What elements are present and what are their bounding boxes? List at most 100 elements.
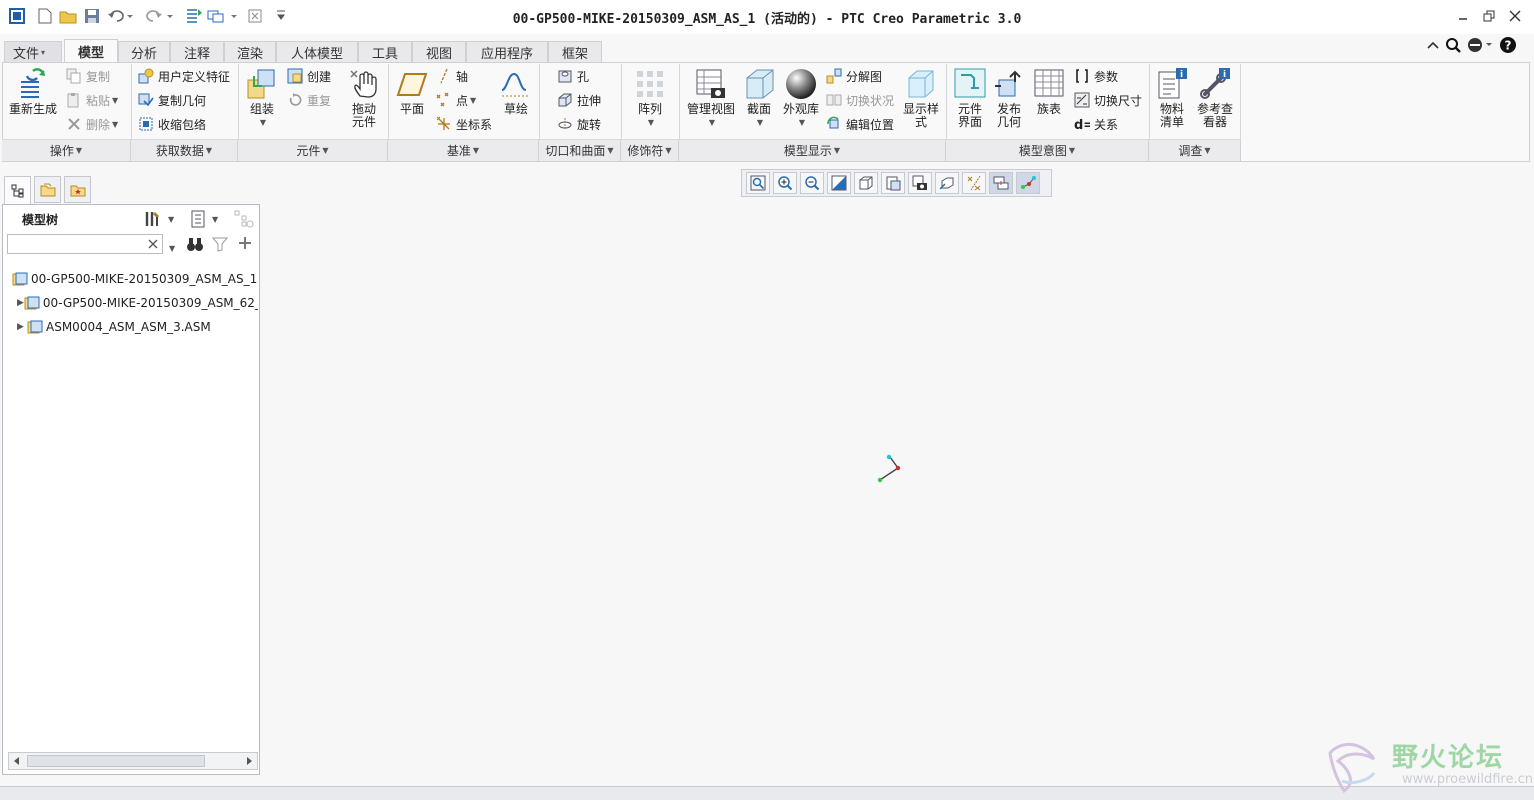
copy-button[interactable]: 复制 bbox=[66, 66, 110, 86]
assemble-button[interactable]: 组装 ▼ bbox=[243, 68, 281, 129]
drag-components-button[interactable]: 拖动 元件 bbox=[346, 68, 382, 129]
caret-icon: ▼ bbox=[1204, 146, 1211, 155]
group-operations[interactable]: 操作 ▼ bbox=[2, 140, 131, 161]
perspective-view-button[interactable] bbox=[935, 172, 959, 194]
tab-analysis[interactable]: 分析 bbox=[118, 41, 170, 62]
clear-search-icon[interactable] bbox=[146, 236, 160, 252]
view-manager-button[interactable] bbox=[908, 172, 932, 194]
restore-icon[interactable] bbox=[1478, 7, 1500, 25]
manage-views-button[interactable]: 管理视图 ▼ bbox=[684, 68, 738, 129]
annotation-display-button[interactable] bbox=[989, 172, 1013, 194]
parameters-button[interactable]: 参数 bbox=[1074, 66, 1118, 86]
tab-model[interactable]: 模型 bbox=[64, 39, 118, 62]
tree-node-root[interactable]: 00-GP500-MIKE-20150309_ASM_AS_1.A bbox=[12, 268, 258, 290]
search-history-caret[interactable]: ▼ bbox=[167, 240, 175, 254]
bom-button[interactable]: i 物料 清单 bbox=[1155, 68, 1189, 129]
plane-button[interactable]: 平面 bbox=[395, 68, 429, 116]
saved-orientations-button[interactable] bbox=[881, 172, 905, 194]
group-get-data[interactable]: 获取数据 ▼ bbox=[131, 140, 238, 161]
spin-center-button[interactable] bbox=[1016, 172, 1040, 194]
point-button[interactable]: 点 ▼ bbox=[436, 90, 476, 110]
plane-icon bbox=[396, 73, 428, 96]
tab-render[interactable]: 渲染 bbox=[224, 41, 276, 62]
repaint-button[interactable] bbox=[827, 172, 851, 194]
group-investigate[interactable]: 调查 ▼ bbox=[1149, 140, 1241, 161]
section-button[interactable]: 截面 ▼ bbox=[742, 68, 776, 129]
tab-manikin[interactable]: 人体模型 bbox=[276, 41, 358, 62]
relations-icon: d= bbox=[1074, 118, 1090, 132]
datum-display-button[interactable] bbox=[962, 172, 986, 194]
toggle-status-button[interactable]: 切换状况 bbox=[826, 90, 894, 110]
copy-geometry-button[interactable]: 复制几何 bbox=[138, 90, 206, 110]
folder-browser-icon bbox=[40, 183, 55, 196]
expand-triangle-icon[interactable]: ▶ bbox=[17, 298, 24, 308]
tree-settings-dropdown[interactable]: ▼ bbox=[144, 208, 184, 230]
scroll-thumb[interactable] bbox=[27, 755, 205, 767]
edit-position-button[interactable]: 编辑位置 bbox=[826, 114, 894, 134]
ribbon-group-bar: 操作 ▼ 获取数据 ▼ 元件 ▼ 基准 ▼ 切口和曲面 ▼ 修饰符 ▼ 模型显示 ▼ 模型意图… bbox=[2, 139, 1241, 161]
caret-icon: ▼ bbox=[756, 118, 764, 127]
shrinkwrap-button[interactable]: 收缩包络 bbox=[138, 114, 206, 134]
sketch-button[interactable]: 草绘 bbox=[499, 68, 533, 116]
publish-geometry-button[interactable]: 发布 几何 bbox=[992, 68, 1026, 129]
tab-tools[interactable]: 工具 bbox=[358, 41, 412, 62]
delete-button[interactable]: 删除 ▼ bbox=[66, 114, 118, 134]
display-style-toolbar-button[interactable] bbox=[854, 172, 878, 194]
tab-view[interactable]: 视图 bbox=[412, 41, 466, 62]
show-dropdown[interactable]: ▼ bbox=[190, 208, 226, 230]
pattern-button[interactable]: 阵列 ▼ bbox=[632, 68, 668, 129]
switch-dimensions-button[interactable]: 切换尺寸 bbox=[1074, 90, 1142, 110]
relations-button[interactable]: d= 关系 bbox=[1074, 114, 1118, 134]
group-model-intent[interactable]: 模型意图 ▼ bbox=[946, 140, 1149, 161]
refit-button[interactable] bbox=[746, 172, 770, 194]
triad-z-point bbox=[886, 454, 892, 460]
scroll-left-icon[interactable] bbox=[11, 755, 23, 767]
appearance-button[interactable]: 外观库 ▼ bbox=[780, 68, 822, 129]
group-component[interactable]: 元件 ▼ bbox=[238, 140, 388, 161]
group-model-display[interactable]: 模型显示 ▼ bbox=[679, 140, 946, 161]
tree-node[interactable]: ▶ ASM0004_ASM_ASM_3.ASM bbox=[17, 316, 258, 338]
component-interface-button[interactable]: 元件 界面 bbox=[952, 68, 988, 129]
filter-icon[interactable] bbox=[211, 236, 230, 254]
paste-button[interactable]: 粘贴 ▼ bbox=[66, 90, 118, 110]
tree-node[interactable]: ▶ 00-GP500-MIKE-20150309_ASM_62_ bbox=[17, 292, 258, 314]
tab-model-tree[interactable] bbox=[4, 176, 31, 205]
tab-annotate[interactable]: 注释 bbox=[170, 41, 224, 62]
add-icon[interactable] bbox=[238, 236, 254, 254]
switch-dimensions-label: 切换尺寸 bbox=[1094, 93, 1143, 108]
tab-favorites[interactable] bbox=[64, 176, 91, 203]
create-button[interactable]: 创建 bbox=[287, 66, 331, 86]
bom-icon: i bbox=[1158, 68, 1187, 99]
tree-horizontal-scrollbar[interactable] bbox=[8, 752, 258, 770]
find-binoculars-icon[interactable] bbox=[186, 236, 204, 254]
axis-button[interactable]: 轴 bbox=[436, 66, 468, 86]
group-modifiers[interactable]: 修饰符 ▼ bbox=[621, 140, 679, 161]
model-tree-search-input[interactable] bbox=[7, 234, 163, 254]
tab-file[interactable]: 文件 ▾ bbox=[4, 41, 62, 62]
repeat-button[interactable]: 重复 bbox=[287, 90, 331, 110]
window-title: 00-GP500-MIKE-20150309_ASM_AS_1 (活动的) - … bbox=[512, 12, 1022, 27]
revolve-button[interactable]: 旋转 bbox=[557, 114, 601, 134]
expand-triangle-icon[interactable]: ▶ bbox=[17, 322, 27, 332]
family-table-button[interactable]: 族表 bbox=[1032, 68, 1066, 116]
pattern-icon bbox=[637, 71, 663, 97]
group-cuts-surfaces[interactable]: 切口和曲面 ▼ bbox=[539, 140, 621, 161]
tab-folder-browser[interactable] bbox=[34, 176, 61, 203]
display-style-button[interactable]: 显示样 式 bbox=[900, 68, 942, 129]
scroll-right-icon[interactable] bbox=[243, 755, 255, 767]
tab-applications[interactable]: 应用程序 bbox=[466, 41, 548, 62]
regenerate-button[interactable]: 重新生成 bbox=[6, 68, 60, 116]
zoom-in-button[interactable] bbox=[773, 172, 797, 194]
udf-button[interactable]: 用户定义特征 bbox=[138, 66, 230, 86]
group-datum[interactable]: 基准 ▼ bbox=[388, 140, 539, 161]
tree-columns-button[interactable] bbox=[233, 208, 255, 230]
extrude-button[interactable]: 拉伸 bbox=[557, 90, 601, 110]
minimize-icon[interactable] bbox=[1452, 7, 1474, 25]
zoom-out-button[interactable] bbox=[800, 172, 824, 194]
exploded-view-button[interactable]: 分解图 bbox=[826, 66, 882, 86]
hole-button[interactable]: 孔 bbox=[557, 66, 589, 86]
close-icon[interactable] bbox=[1504, 7, 1526, 25]
csys-button[interactable]: 坐标系 bbox=[436, 114, 492, 134]
tab-framework[interactable]: 框架 bbox=[548, 41, 602, 62]
reference-viewer-button[interactable]: i 参考查 看器 bbox=[1194, 68, 1236, 129]
